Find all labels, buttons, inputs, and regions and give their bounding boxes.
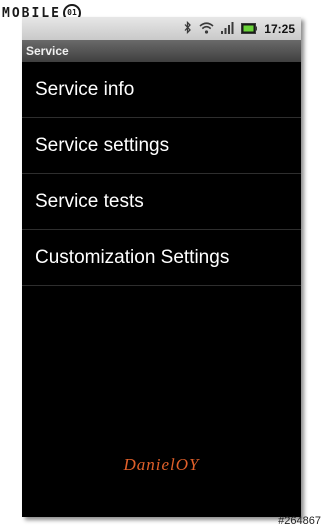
page-title: Service (22, 40, 301, 62)
service-menu-list: Service info Service settings Service te… (22, 62, 301, 286)
signal-icon (221, 19, 234, 38)
author-signature: DanielOY (123, 455, 200, 474)
menu-item-service-tests[interactable]: Service tests (22, 174, 301, 230)
status-bar: 17:25 (22, 17, 301, 40)
menu-item-service-settings[interactable]: Service settings (22, 118, 301, 174)
phone-screen: 17:25 Service Service info Service setti… (22, 17, 301, 517)
wifi-icon (199, 19, 214, 38)
battery-icon (241, 19, 258, 38)
menu-item-customization-settings[interactable]: Customization Settings (22, 230, 301, 286)
menu-item-service-info[interactable]: Service info (22, 62, 301, 118)
photo-id-watermark: #264867 (278, 515, 321, 527)
status-time: 17:25 (264, 21, 295, 36)
bluetooth-icon (184, 19, 192, 38)
